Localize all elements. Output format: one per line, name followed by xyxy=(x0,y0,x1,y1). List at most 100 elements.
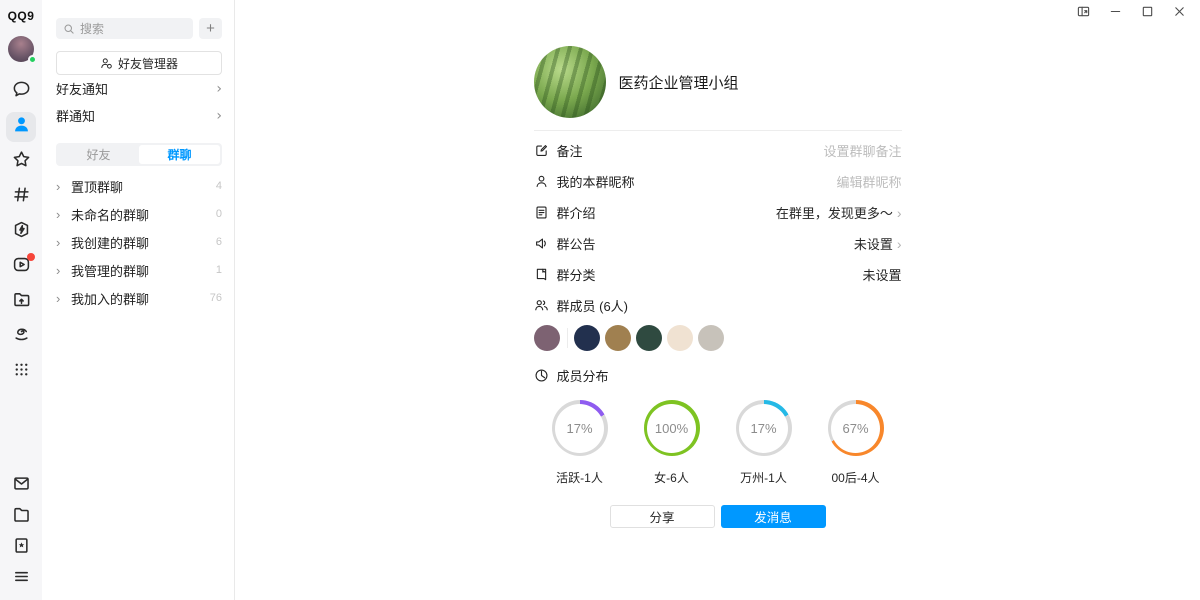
icon-rail: QQ9 xyxy=(0,0,42,600)
category-count: 0 xyxy=(216,208,222,220)
mail-icon xyxy=(12,474,31,498)
send-message-button[interactable]: 发消息 xyxy=(721,505,826,528)
nav-favorites-button[interactable] xyxy=(6,147,36,177)
expand-chevron-icon: › xyxy=(56,235,71,250)
contacts-person-icon xyxy=(12,115,31,139)
group-category-created[interactable]: › 我创建的群聊 6 xyxy=(56,228,222,256)
distribution-header-row: 成员分布 xyxy=(534,360,902,391)
chevron-right-icon: › xyxy=(897,206,902,220)
remark-row[interactable]: 备注 设置群聊备注 xyxy=(534,135,902,166)
remark-value: 设置群聊备注 xyxy=(823,141,901,160)
workspace-folder-icon xyxy=(12,290,31,314)
online-status-dot xyxy=(28,55,37,64)
nav-channels-button[interactable] xyxy=(6,182,36,212)
member-avatar[interactable] xyxy=(574,325,600,351)
category-count: 1 xyxy=(216,264,222,276)
rail-bottom-group xyxy=(6,470,36,594)
member-distribution-charts: 17% 活跃-1人 100% 女-6人 17% 万州-1人 67% 00后-4人 xyxy=(534,400,902,486)
nav-guild-button[interactable] xyxy=(6,217,36,247)
donut-chart: 67% xyxy=(828,400,884,456)
user-avatar[interactable] xyxy=(8,36,34,62)
member-avatar[interactable] xyxy=(605,325,631,351)
donut-chart: 17% xyxy=(552,400,608,456)
search-placeholder: 搜索 xyxy=(80,20,104,37)
friend-manager-label: 好友管理器 xyxy=(118,55,178,72)
edit-icon xyxy=(534,143,549,158)
nav-mail-button[interactable] xyxy=(6,471,36,501)
nav-workspace-button[interactable] xyxy=(6,287,36,317)
group-header: 医药企业管理小组 xyxy=(534,46,902,118)
guild-lightning-icon xyxy=(12,220,31,244)
distribution-chart-region: 17% 万州-1人 xyxy=(718,400,810,486)
member-avatar[interactable] xyxy=(698,325,724,351)
friend-notices-row[interactable]: 好友通知 › xyxy=(56,75,222,102)
group-category-row[interactable]: 群分类 未设置 xyxy=(534,259,902,290)
group-notices-label: 群通知 xyxy=(56,106,95,125)
apps-grid-icon xyxy=(12,360,31,384)
chevron-right-icon: › xyxy=(897,237,902,251)
distribution-chart-gender: 100% 女-6人 xyxy=(626,400,718,486)
chat-bubble-icon xyxy=(12,80,31,104)
mini-window-button[interactable] xyxy=(1069,3,1098,25)
group-announcement-value: 未设置 xyxy=(854,234,893,253)
category-icon xyxy=(534,267,549,282)
star-icon xyxy=(12,150,31,174)
group-category-managed[interactable]: › 我管理的群聊 1 xyxy=(56,256,222,284)
friend-notices-label: 好友通知 xyxy=(56,79,108,98)
group-profile-panel: 医药企业管理小组 备注 设置群聊备注 我的本群昵称 编辑群昵称 群介绍 在群里，… xyxy=(235,0,1200,600)
category-count: 4 xyxy=(216,180,222,192)
member-avatar[interactable] xyxy=(636,325,662,351)
maximize-icon xyxy=(1141,5,1154,23)
owner-divider xyxy=(567,328,568,348)
doodle-icon xyxy=(12,325,31,349)
share-button[interactable]: 分享 xyxy=(610,505,715,528)
group-announcement-row[interactable]: 群公告 未设置 › xyxy=(534,228,902,259)
nav-contacts-button[interactable] xyxy=(6,112,36,142)
group-category-unnamed[interactable]: › 未命名的群聊 0 xyxy=(56,200,222,228)
friend-manager-button[interactable]: 好友管理器 xyxy=(56,51,222,75)
tab-friends[interactable]: 好友 xyxy=(58,145,139,164)
member-avatar[interactable] xyxy=(667,325,693,351)
nav-folder-button[interactable] xyxy=(6,502,36,532)
distribution-chart-age: 67% 00后-4人 xyxy=(810,400,902,486)
donut-chart: 100% xyxy=(644,400,700,456)
window-controls xyxy=(1069,3,1194,25)
minimize-button[interactable] xyxy=(1101,3,1130,25)
group-notices-row[interactable]: 群通知 › xyxy=(56,102,222,129)
nickname-row[interactable]: 我的本群昵称 编辑群昵称 xyxy=(534,166,902,197)
members-header-row[interactable]: 群成员 (6人) xyxy=(534,290,902,321)
maximize-button[interactable] xyxy=(1133,3,1162,25)
group-category-pinned[interactable]: › 置顶群聊 4 xyxy=(56,172,222,200)
tab-groups[interactable]: 群聊 xyxy=(139,145,220,164)
nav-menu-button[interactable] xyxy=(6,564,36,594)
group-intro-row[interactable]: 群介绍 在群里，发现更多～ › xyxy=(534,197,902,228)
members-icon xyxy=(534,298,549,313)
nav-doodle-button[interactable] xyxy=(6,322,36,352)
action-buttons: 分享 发消息 xyxy=(534,505,902,528)
friend-manager-icon xyxy=(100,57,113,70)
member-avatar-strip xyxy=(534,325,902,351)
expand-chevron-icon: › xyxy=(56,291,71,306)
group-category-list: › 置顶群聊 4 › 未命名的群聊 0 › 我创建的群聊 6 › 我管理的群聊 … xyxy=(56,172,222,312)
distribution-chart-active: 17% 活跃-1人 xyxy=(534,400,626,486)
add-button[interactable]: + xyxy=(199,18,222,39)
close-button[interactable] xyxy=(1165,3,1194,25)
expand-chevron-icon: › xyxy=(56,179,71,194)
nav-video-button[interactable] xyxy=(6,252,36,282)
distribution-label: 成员分布 xyxy=(557,366,902,385)
group-avatar[interactable] xyxy=(534,46,606,118)
member-avatar[interactable] xyxy=(534,325,560,351)
expand-chevron-icon: › xyxy=(56,263,71,278)
search-input[interactable]: 搜索 xyxy=(56,18,193,39)
nickname-value: 编辑群昵称 xyxy=(836,172,901,191)
divider xyxy=(534,130,902,131)
minimize-icon xyxy=(1109,5,1122,23)
group-category-joined[interactable]: › 我加入的群聊 76 xyxy=(56,284,222,312)
group-name: 医药企业管理小组 xyxy=(619,72,739,93)
nav-bookmark-button[interactable] xyxy=(6,533,36,563)
group-profile-content: 医药企业管理小组 备注 设置群聊备注 我的本群昵称 编辑群昵称 群介绍 在群里，… xyxy=(534,46,902,528)
nav-messages-button[interactable] xyxy=(6,77,36,107)
nav-apps-button[interactable] xyxy=(6,357,36,387)
category-count: 76 xyxy=(210,292,222,304)
folder-icon xyxy=(12,505,31,529)
